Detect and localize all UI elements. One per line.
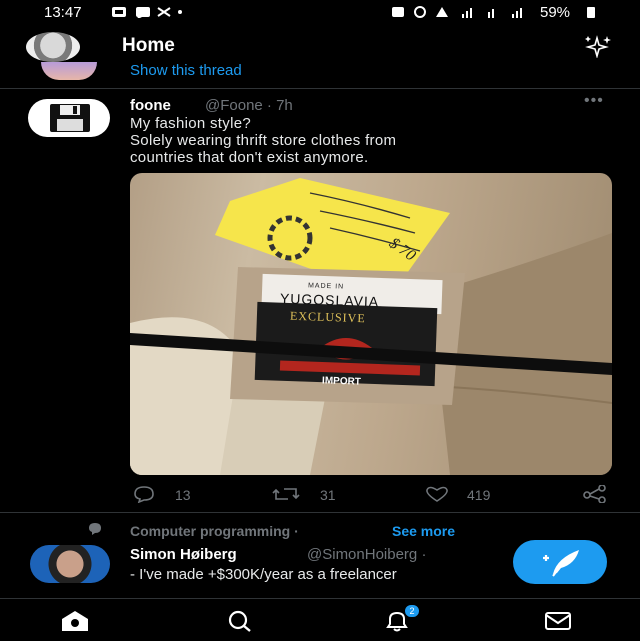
retweet-icon[interactable] <box>272 485 302 503</box>
brand-label: EXCLUSIVE <box>289 308 366 326</box>
divider <box>0 88 640 89</box>
page-title: Home <box>122 35 175 56</box>
topic-bubble-icon <box>89 523 101 535</box>
notifications-badge: 2 <box>404 604 420 618</box>
tweet-text-line: Solely wearing thrift store clothes from <box>130 132 397 149</box>
thread-avatar[interactable] <box>41 62 97 80</box>
like-icon[interactable] <box>424 485 454 503</box>
status-time: 13:47 <box>44 4 82 21</box>
sparkle-icon[interactable] <box>583 34 613 58</box>
status-notification-icons <box>112 7 182 18</box>
next-author-name[interactable]: Simon Høiberg <box>130 546 237 563</box>
see-more-link[interactable]: See more <box>392 523 455 539</box>
made-in-label: Made in <box>307 282 345 291</box>
battery-icon <box>587 7 595 18</box>
author-name[interactable]: foone <box>130 97 171 114</box>
author-handle-time[interactable]: @Foone · 7h <box>205 97 293 114</box>
topic-label[interactable]: Computer programming · <box>130 523 299 539</box>
next-tweet-text: - I've made +$300K/year as a freelancer <box>130 566 397 583</box>
home-icon[interactable] <box>60 610 90 632</box>
jacket-lining-illustration <box>130 178 612 475</box>
tweet-text-line: countries that don't exist anymore. <box>130 149 369 166</box>
tweet-photo[interactable]: Made in YUGOSLAVIA EXCLUSIVE IMPORT $ 70 <box>130 173 612 475</box>
messages-envelope-icon[interactable] <box>543 610 573 632</box>
tweet-text-line: My fashion style? <box>130 115 251 132</box>
profile-avatar[interactable] <box>26 32 80 62</box>
reply-count: 13 <box>175 487 191 503</box>
next-author-avatar[interactable] <box>30 545 110 583</box>
show-thread-link[interactable]: Show this thread <box>130 62 242 79</box>
compose-tweet-button[interactable] <box>513 540 607 584</box>
retweet-count: 31 <box>320 487 336 503</box>
next-author-handle[interactable]: @SimonHoiberg · <box>307 546 426 563</box>
floppy-disk-icon <box>50 104 90 132</box>
reply-icon[interactable] <box>131 485 161 503</box>
status-system-icons <box>392 6 522 18</box>
country-label: YUGOSLAVIA <box>279 290 380 310</box>
more-options-icon[interactable]: ••• <box>584 92 604 110</box>
import-label: IMPORT <box>321 375 362 388</box>
search-icon[interactable] <box>224 610 254 632</box>
compose-feather-icon <box>543 550 579 577</box>
share-icon[interactable] <box>582 485 612 503</box>
divider <box>0 512 640 513</box>
like-count: 419 <box>467 487 491 503</box>
battery-percent: 59% <box>540 4 571 21</box>
